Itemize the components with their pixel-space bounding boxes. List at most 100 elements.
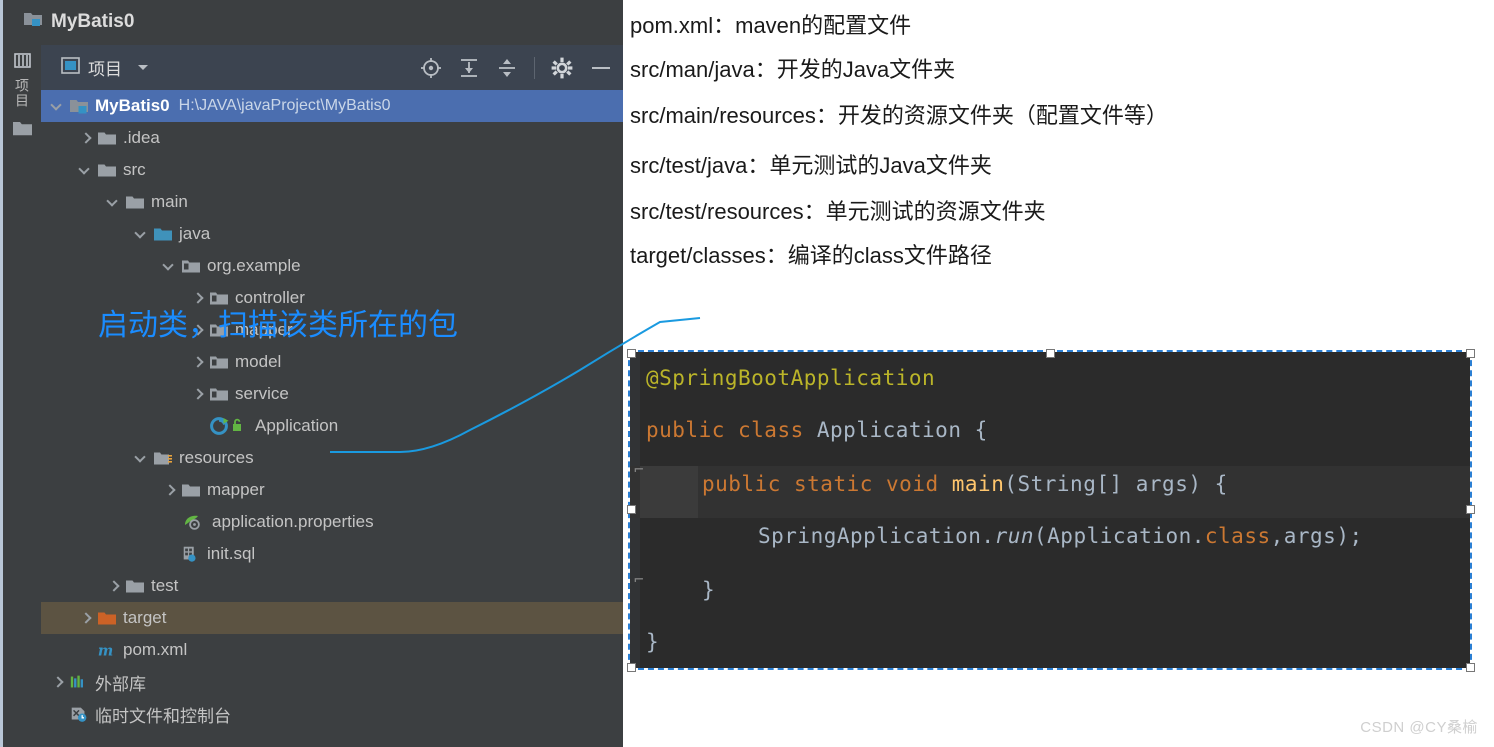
code-token: Application — [816, 418, 962, 442]
tree-node-.idea[interactable]: .idea — [41, 122, 623, 154]
folder-icon — [181, 481, 201, 499]
chevron-down-icon[interactable] — [135, 451, 149, 465]
folder-icon — [125, 577, 145, 595]
code-token: (String[] args) { — [1004, 472, 1228, 496]
tree-node-pom.xml[interactable]: m pom.xml — [41, 634, 623, 666]
chevron-down-icon[interactable] — [51, 99, 65, 113]
ide-title-bar: MyBatis0 — [3, 0, 623, 46]
tree-node-mapper[interactable]: mapper — [41, 474, 623, 506]
chevron-down-icon[interactable] — [136, 59, 150, 77]
chevron-right-icon[interactable] — [79, 611, 93, 625]
sidebar-item-project-label: 项目 — [14, 78, 30, 108]
chevron-down-icon[interactable] — [107, 195, 121, 209]
chevron-right-icon[interactable] — [191, 387, 205, 401]
chevron-down-icon[interactable] — [79, 163, 93, 177]
code-token: main — [951, 472, 1005, 496]
chevron-right-icon[interactable] — [79, 131, 93, 145]
folder-icon — [13, 122, 32, 136]
note-line: src/man/java：开发的Java文件夹 — [630, 57, 956, 82]
expand-all-icon[interactable] — [458, 57, 480, 79]
code-token: } — [702, 578, 716, 602]
locate-target-icon[interactable] — [420, 57, 442, 79]
tree-node----[interactable]: 外部库 — [41, 666, 623, 698]
code-token: @SpringBootApplication — [646, 366, 936, 390]
chevron-right-icon[interactable] — [191, 355, 205, 369]
chevron-right-icon[interactable] — [163, 483, 177, 497]
source-root-icon — [153, 225, 173, 243]
tree-node-label: main — [151, 192, 188, 211]
tree-node---------[interactable]: 临时文件和控制台 — [41, 698, 623, 730]
minimize-icon[interactable] — [589, 57, 613, 79]
folder-icon — [125, 193, 145, 211]
tree-node-init.sql[interactable]: init.sql — [41, 538, 623, 570]
code-token: class — [1204, 524, 1271, 548]
folder-icon — [97, 129, 117, 147]
project-view-icon — [13, 53, 31, 73]
code-snippet-block: ⌐ ⌐ @SpringBootApplication public class A… — [628, 350, 1472, 670]
note-line: pom.xml：maven的配置文件 — [630, 13, 912, 38]
sidebar-item-folder[interactable] — [12, 119, 33, 142]
selection-handle-top-left[interactable] — [627, 349, 636, 358]
toolbar-separator — [534, 56, 535, 79]
tree-node-label: .idea — [123, 128, 160, 147]
tree-node-resources[interactable]: resources — [41, 442, 623, 474]
selection-handle-mid-left[interactable] — [627, 505, 636, 514]
selection-handle-mid-right[interactable] — [1466, 505, 1475, 514]
package-icon — [209, 353, 229, 371]
tree-node-test[interactable]: test — [41, 570, 623, 602]
tree-node-label: target — [123, 608, 167, 627]
tree-node-target[interactable]: target — [41, 602, 623, 634]
tree-node-label: src — [123, 160, 146, 179]
collapse-all-icon[interactable] — [496, 57, 518, 79]
chevron-down-icon[interactable] — [163, 259, 177, 273]
tree-node-label: pom.xml — [123, 640, 188, 659]
module-icon — [69, 97, 89, 115]
package-icon — [209, 385, 229, 403]
code-line: public class Application { — [646, 418, 988, 442]
code-token: SpringApplication. — [758, 524, 995, 548]
package-icon — [181, 257, 201, 275]
note-line: src/test/resources：单元测试的资源文件夹 — [630, 199, 1046, 224]
selection-handle-bottom-right[interactable] — [1466, 663, 1475, 672]
excluded-folder-icon — [97, 609, 117, 627]
tree-node-label: model — [235, 352, 282, 371]
tree-node-src[interactable]: src — [41, 154, 623, 186]
code-token: { — [961, 418, 988, 442]
selection-handle-top-center[interactable] — [1046, 349, 1055, 358]
project-view-icon-small — [61, 56, 80, 79]
sql-file-icon — [181, 545, 201, 563]
tree-node-org.example[interactable]: org.example — [41, 250, 623, 282]
window-title: MyBatis0 — [23, 10, 134, 34]
svg-text:m: m — [98, 642, 113, 659]
selection-handle-bottom-left[interactable] — [627, 663, 636, 672]
chevron-down-icon[interactable] — [135, 227, 149, 241]
tree-node-application[interactable]: Application — [41, 410, 623, 442]
code-line: SpringApplication.run(Application.class,… — [758, 524, 1363, 548]
code-token: static — [794, 472, 873, 496]
chevron-right-icon[interactable] — [51, 675, 65, 689]
selection-handle-top-right[interactable] — [1466, 349, 1475, 358]
scratches-consoles-icon — [69, 705, 89, 723]
chevron-right-icon[interactable] — [107, 579, 121, 593]
code-token: public — [646, 418, 725, 442]
code-fold-marker-bottom[interactable]: ⌐ — [634, 570, 644, 589]
tree-node-model[interactable]: model — [41, 346, 623, 378]
sidebar-item-project[interactable]: 项目 — [7, 53, 37, 108]
highlighted-gutter-segment — [640, 466, 698, 518]
note-line: src/test/java：单元测试的Java文件夹 — [630, 153, 992, 178]
tree-node-label: 临时文件和控制台 — [95, 706, 231, 726]
code-token: class — [738, 418, 804, 442]
tree-node-application.properties[interactable]: application.properties — [41, 506, 623, 538]
tree-node-java[interactable]: java — [41, 218, 623, 250]
tree-node-mybatis0[interactable]: MyBatis0 H:\JAVA\javaProject\MyBatis0 — [41, 90, 623, 122]
settings-gear-icon[interactable] — [551, 57, 573, 79]
tree-node-service[interactable]: service — [41, 378, 623, 410]
project-tree[interactable]: MyBatis0 H:\JAVA\javaProject\MyBatis0 .ide… — [41, 90, 623, 747]
code-fold-marker-top[interactable]: ⌐ — [634, 460, 644, 479]
tree-node-main[interactable]: main — [41, 186, 623, 218]
tree-node-label: test — [151, 576, 179, 595]
